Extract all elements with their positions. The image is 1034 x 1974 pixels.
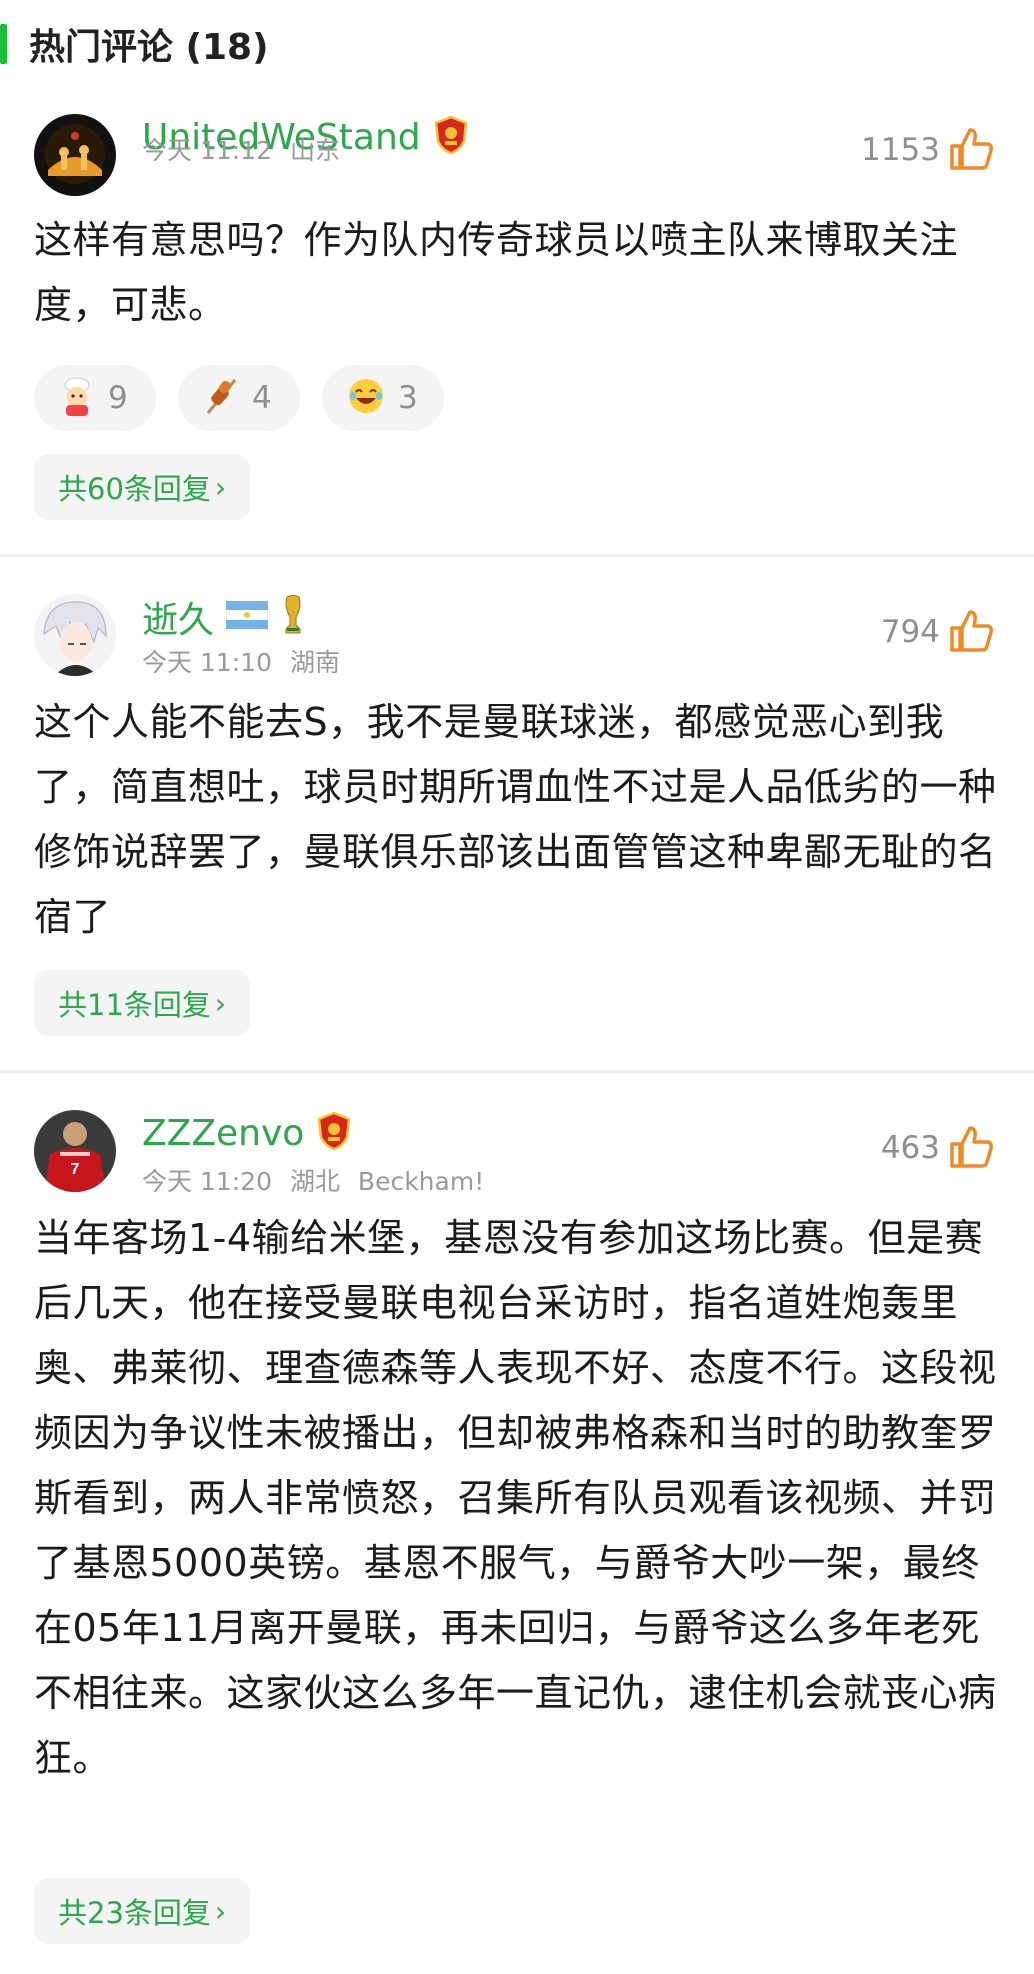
username[interactable]: ZZZenvo xyxy=(142,1113,304,1154)
chevron-right-icon: › xyxy=(214,470,227,504)
like-button[interactable]: 463 xyxy=(881,1124,994,1172)
username[interactable]: 逝久 xyxy=(142,591,214,643)
reaction-skewer[interactable]: 4 xyxy=(178,365,300,431)
divider xyxy=(0,554,1034,557)
comment-meta: 今天 11:10 湖南 xyxy=(142,643,350,679)
comment-location: 山东 xyxy=(289,136,340,165)
comment-content: 这个人能不能去S，我不是曼联球迷，都感觉恶心到我了，简直想吐，球员时期所谓血性不… xyxy=(34,700,997,939)
replies-label: 共11条回复 xyxy=(58,988,211,1022)
comment-meta: 今天 11:12 山东 xyxy=(142,131,350,167)
avatar[interactable] xyxy=(34,114,116,196)
thumbs-up-icon xyxy=(948,126,994,174)
like-count: 463 xyxy=(880,1130,940,1166)
comment-content: 当年客场1-4输给米堡，基恩没有参加这场比赛。但是赛后几天，他在接受曼联电视台采… xyxy=(34,1216,997,1780)
view-replies-button[interactable]: 共23条回复 › xyxy=(34,1878,251,1944)
comment-location: 湖北 xyxy=(289,1167,340,1196)
comment-meta: 今天 11:20 湖北 Beckham! xyxy=(142,1162,494,1198)
avatar[interactable] xyxy=(34,594,116,676)
chevron-right-icon: › xyxy=(214,986,227,1020)
thumbs-up-icon xyxy=(948,608,994,656)
like-count: 794 xyxy=(880,614,940,650)
reaction-chef[interactable]: 9 xyxy=(34,365,156,431)
world-cup-trophy-icon xyxy=(280,595,306,639)
argentina-flag-icon xyxy=(225,600,269,633)
reaction-count: 4 xyxy=(252,380,272,416)
manutd-crest-icon xyxy=(433,115,469,159)
comment-tail: Beckham! xyxy=(357,1167,485,1196)
reaction-count: 3 xyxy=(398,380,418,416)
user-row: 逝久 xyxy=(142,591,306,643)
view-replies-button[interactable]: 共60条回复 › xyxy=(34,454,251,520)
chef-emoji-icon xyxy=(58,375,96,421)
comment-time: 今天 11:20 xyxy=(142,1167,272,1196)
svg-text:7: 7 xyxy=(71,1161,80,1178)
replies-label: 共23条回复 xyxy=(58,1896,211,1930)
replies-label: 共60条回复 xyxy=(58,472,211,506)
reaction-count: 9 xyxy=(108,380,128,416)
like-button[interactable]: 794 xyxy=(881,608,994,656)
reaction-bar: 9 4 3 xyxy=(34,365,466,431)
comment-time: 今天 11:12 xyxy=(142,136,272,165)
view-replies-button[interactable]: 共11条回复 › xyxy=(34,970,251,1036)
like-button[interactable]: 1153 xyxy=(861,126,994,174)
skewer-emoji-icon xyxy=(202,375,240,421)
chevron-right-icon: › xyxy=(214,1894,227,1928)
like-count: 1153 xyxy=(861,132,940,168)
section-accent-bar xyxy=(0,24,7,64)
reaction-laugh[interactable]: 3 xyxy=(322,365,444,431)
comment-time: 今天 11:10 xyxy=(142,648,272,677)
avatar[interactable]: 7 xyxy=(34,1110,116,1192)
user-row: ZZZenvo xyxy=(142,1110,352,1156)
laughing-emoji-icon xyxy=(346,376,386,420)
divider xyxy=(0,1070,1034,1073)
section-header: 热门评论 (18) xyxy=(0,14,269,74)
section-title: 热门评论 (18) xyxy=(29,27,269,68)
thumbs-up-icon xyxy=(948,1124,994,1172)
manutd-crest-icon xyxy=(316,1111,352,1155)
comment-content: 这样有意思吗？作为队内传奇球员以喷主队来博取关注度，可悲。 xyxy=(34,218,959,327)
comment-location: 湖南 xyxy=(289,648,340,677)
